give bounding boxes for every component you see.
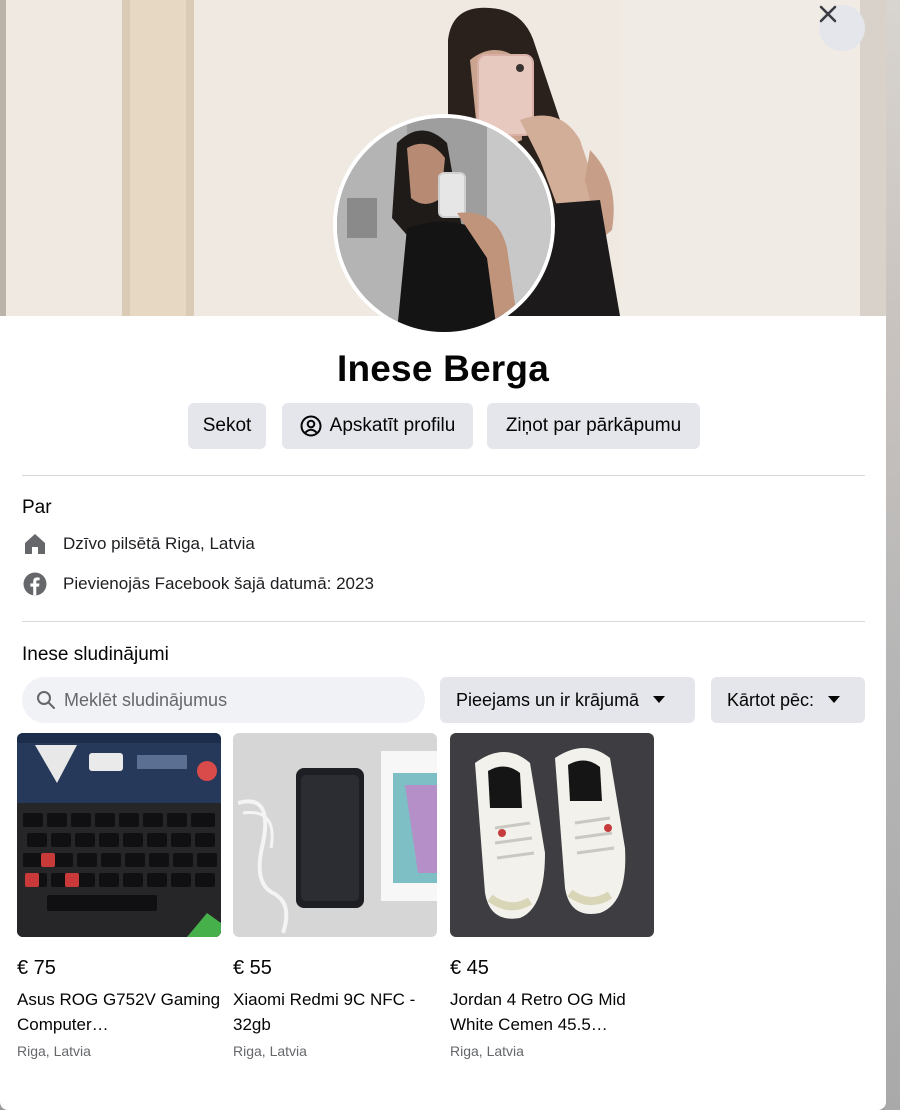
report-button-label: Ziņot par pārkāpumu (505, 415, 682, 436)
availability-filter-label: Pieejams un ir krājumā (456, 689, 640, 710)
listing-price: € 75 (17, 957, 56, 979)
view-profile-label: Apskatīt profilu (329, 415, 456, 436)
about-location-prefix: Dzīvo pilsētā (63, 534, 166, 553)
profile-actions: Sekot Apskatīt profilu Ziņot par pārkāpu… (0, 403, 886, 449)
listing-image (17, 733, 221, 937)
listings-title: Inese sludinājumi (22, 644, 169, 665)
about-location-city: Riga, Latvia (165, 534, 255, 553)
about-joined-text: Pievienojās Facebook šajā datumā: 2023 (63, 574, 374, 593)
view-profile-button[interactable]: Apskatīt profilu (282, 403, 473, 449)
listing-price: € 45 (450, 957, 489, 979)
avatar[interactable] (333, 114, 555, 336)
listing-location: Riga, Latvia (233, 1043, 307, 1059)
about-title: Par (22, 497, 52, 518)
about-joined-row: Pievienojās Facebook šajā datumā: 2023 (22, 570, 374, 598)
user-circle-icon (300, 415, 322, 437)
search-input[interactable] (64, 689, 404, 711)
home-icon (22, 531, 48, 557)
listing-card[interactable]: € 55 Xiaomi Redmi 9C NFC - 32gb Riga, La… (233, 733, 439, 1059)
page-backdrop (884, 0, 900, 1110)
follow-button[interactable]: Sekot (188, 403, 266, 449)
profile-name: Inese Berga (337, 348, 549, 389)
follow-button-label: Sekot (202, 415, 252, 436)
listing-title: Xiaomi Redmi 9C NFC - 32gb (233, 990, 416, 1034)
sort-dropdown[interactable]: Kārtot pēc: (711, 677, 865, 723)
listing-location: Riga, Latvia (17, 1043, 91, 1059)
report-button[interactable]: Ziņot par pārkāpumu (487, 403, 700, 449)
facebook-icon (22, 571, 48, 597)
listing-card[interactable]: € 75 Asus ROG G752V Gaming Computer… Rig… (17, 733, 223, 1059)
search-icon (36, 690, 56, 710)
sort-label: Kārtot pēc: (727, 689, 815, 710)
listing-image (450, 733, 654, 937)
about-location-row: Dzīvo pilsētā Riga, Latvia (22, 530, 255, 558)
listing-price: € 55 (233, 957, 272, 979)
close-icon (819, 5, 837, 23)
listing-location: Riga, Latvia (450, 1043, 524, 1059)
divider (22, 621, 865, 622)
listing-title: Jordan 4 Retro OG Mid White Cemen 45.5… (450, 990, 626, 1034)
listing-card[interactable]: € 45 Jordan 4 Retro OG Mid White Cemen 4… (450, 733, 656, 1059)
availability-filter-dropdown[interactable]: Pieejams un ir krājumā (440, 677, 695, 723)
caret-down-icon (828, 696, 841, 704)
listings-search[interactable] (22, 677, 425, 723)
listing-title: Asus ROG G752V Gaming Computer… (17, 990, 221, 1034)
caret-down-icon (653, 696, 666, 704)
listing-image (233, 733, 437, 937)
seller-profile-dialog: Inese Berga Sekot Apskatīt profilu Ziņot… (0, 0, 886, 1110)
divider (22, 475, 865, 476)
close-button[interactable] (819, 5, 865, 51)
